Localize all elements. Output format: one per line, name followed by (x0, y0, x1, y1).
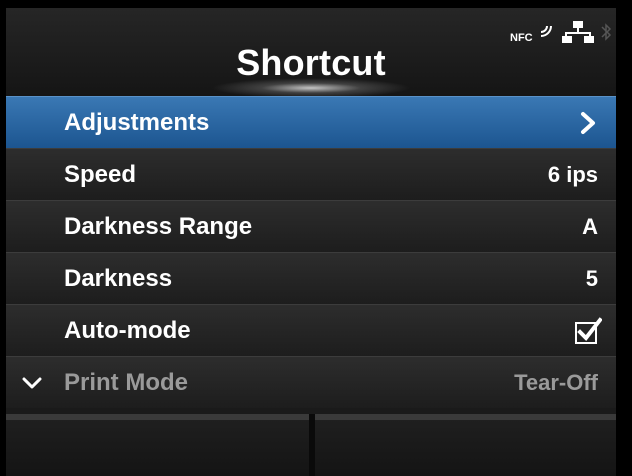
chevron-down-icon (22, 377, 42, 389)
chevron-right-icon (581, 112, 595, 134)
soft-key-right[interactable] (315, 414, 616, 476)
menu-item-label: Auto-mode (64, 317, 191, 344)
menu-item-darkness-range[interactable]: Darkness Range A (6, 200, 616, 252)
menu-item-value: A (582, 214, 598, 239)
bluetooth-icon (601, 23, 612, 41)
menu-item-speed[interactable]: Speed 6 ips (6, 148, 616, 200)
nfc-label: NFC (510, 32, 533, 44)
menu-item-value: Tear-Off (514, 370, 598, 395)
menu-item-label: Darkness Range (64, 213, 253, 240)
menu-item-label: Darkness (64, 265, 173, 292)
status-icons: NFC (510, 17, 612, 47)
menu-item-adjustments[interactable]: Adjustments (6, 96, 616, 148)
soft-key-bar (6, 414, 616, 476)
page-title: Shortcut (236, 42, 386, 83)
menu-item-label: Print Mode (64, 369, 188, 396)
menu-item-label: Speed (64, 161, 137, 188)
menu-item-value: 6 ips (547, 162, 598, 187)
printer-display: Shortcut NFC Adjustments Speed 6 ips Dar… (6, 8, 616, 476)
checkbox-checked-icon[interactable] (574, 317, 602, 345)
menu-item-auto-mode[interactable]: Auto-mode (6, 304, 616, 356)
menu-item-print-mode[interactable]: Print Mode Tear-Off (6, 356, 616, 408)
nfc-icon: NFC (510, 18, 556, 46)
header-bar: Shortcut NFC (6, 8, 616, 98)
soft-key-left[interactable] (6, 414, 309, 476)
network-icon (562, 21, 594, 43)
menu-item-value: 5 (585, 266, 598, 291)
menu-item-label: Adjustments (64, 109, 210, 136)
menu-item-darkness[interactable]: Darkness 5 (6, 252, 616, 304)
